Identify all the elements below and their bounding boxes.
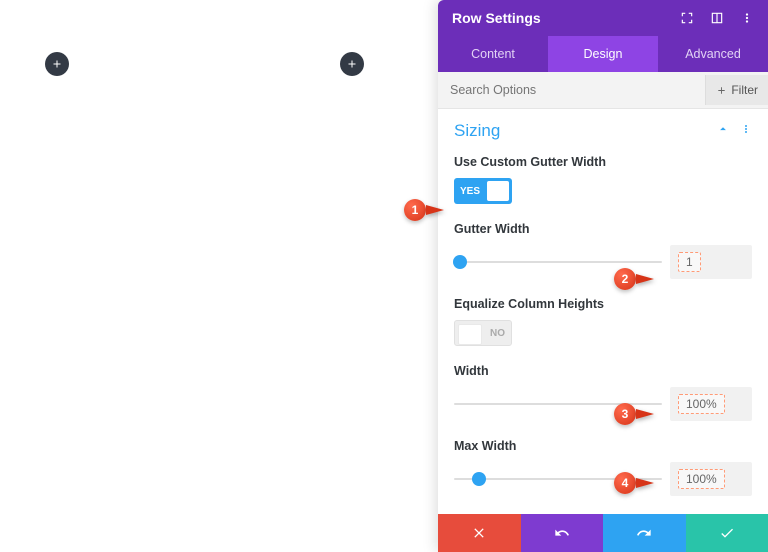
collapse-icon[interactable] [716, 122, 730, 141]
section-more-icon[interactable] [740, 122, 752, 140]
section-header[interactable]: Sizing [454, 121, 752, 141]
save-button[interactable] [686, 514, 768, 552]
equalize-label: Equalize Column Heights [454, 297, 752, 311]
panel-header: Row Settings [438, 0, 768, 36]
redo-button[interactable] [603, 514, 686, 552]
section-header-actions [716, 122, 752, 141]
gutter-width-value[interactable]: 1 [670, 245, 752, 279]
tab-advanced[interactable]: Advanced [658, 36, 768, 72]
custom-gutter-toggle[interactable]: YES [454, 178, 512, 204]
gutter-width-control: Gutter Width 1 [454, 222, 752, 279]
max-width-value[interactable]: 100% [670, 462, 752, 496]
width-label: Width [454, 364, 752, 378]
equalize-toggle[interactable]: NO [454, 320, 512, 346]
custom-gutter-control: Use Custom Gutter Width YES [454, 155, 752, 204]
more-icon[interactable] [740, 11, 754, 25]
annotation-marker-3: 3 [614, 403, 636, 425]
panel-header-actions [680, 11, 754, 25]
add-module-button[interactable] [45, 52, 69, 76]
annotation-marker-2: 2 [614, 268, 636, 290]
max-width-label: Max Width [454, 439, 752, 453]
filter-label: Filter [731, 83, 758, 97]
gutter-width-label: Gutter Width [454, 222, 752, 236]
panel-footer [438, 514, 768, 552]
custom-gutter-label: Use Custom Gutter Width [454, 155, 752, 169]
equalize-control: Equalize Column Heights NO [454, 297, 752, 346]
annotation-marker-1: 1 [404, 199, 426, 221]
width-value[interactable]: 100% [670, 387, 752, 421]
panel-title: Row Settings [452, 10, 541, 26]
undo-button[interactable] [521, 514, 604, 552]
width-control: Width 100% [454, 364, 752, 421]
tab-content[interactable]: Content [438, 36, 548, 72]
panel-tabs: Content Design Advanced [438, 36, 768, 72]
tab-design[interactable]: Design [548, 36, 658, 72]
filter-button[interactable]: Filter [705, 75, 768, 105]
add-module-button[interactable] [340, 52, 364, 76]
search-bar: Filter [438, 72, 768, 109]
section-title: Sizing [454, 121, 500, 141]
settings-panel: Row Settings Content Design Advanced Fil… [438, 0, 768, 552]
annotation-marker-4: 4 [614, 472, 636, 494]
layout-icon[interactable] [710, 11, 724, 25]
cancel-button[interactable] [438, 514, 521, 552]
max-width-control: Max Width 100% [454, 439, 752, 496]
search-input[interactable] [438, 72, 705, 108]
focus-icon[interactable] [680, 11, 694, 25]
panel-body: Sizing Use Custom Gutter Width YES Gutte… [438, 109, 768, 514]
